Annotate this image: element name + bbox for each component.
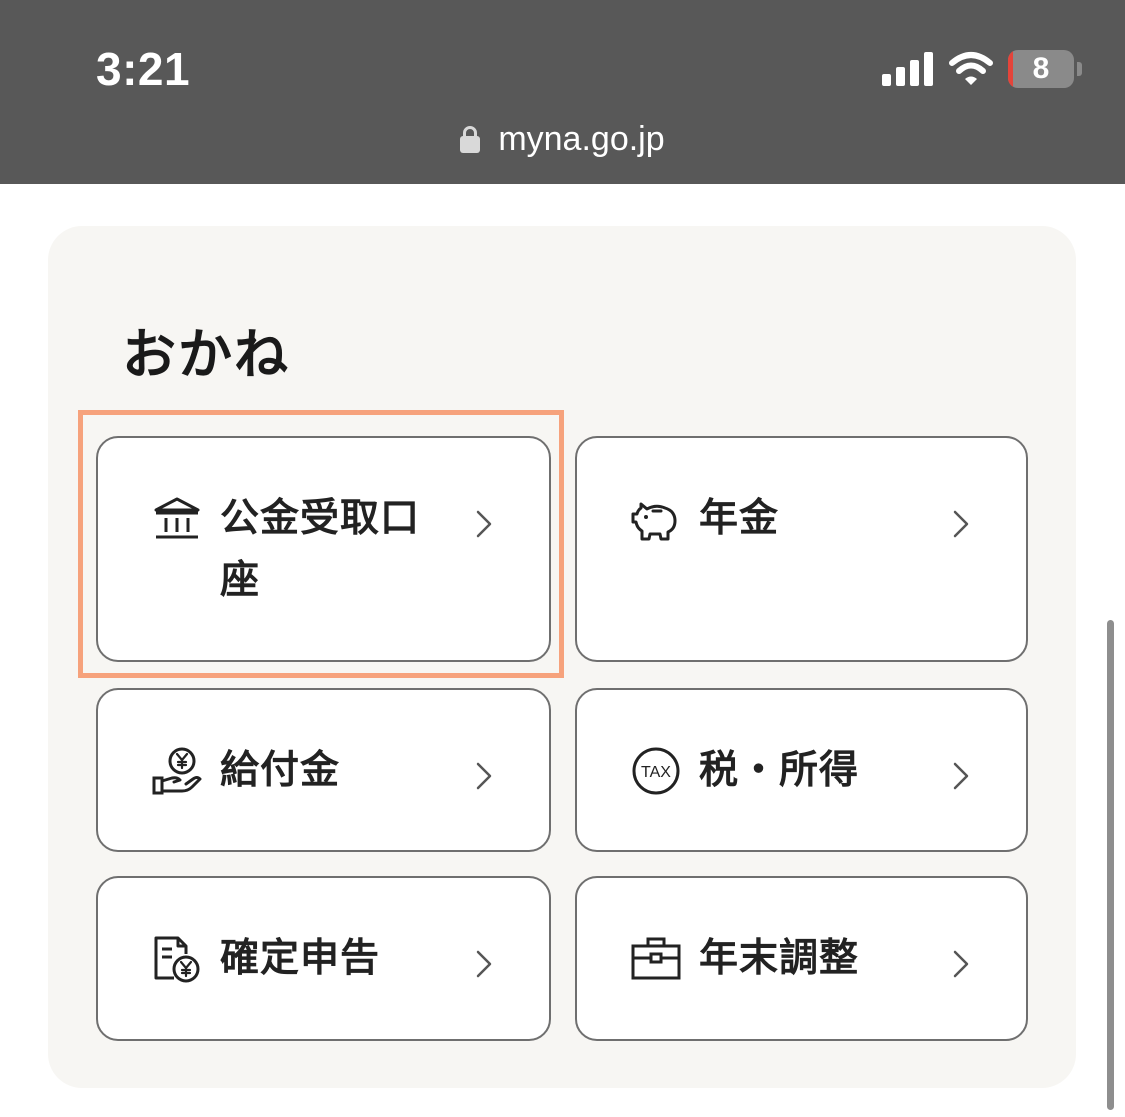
section-title: おかね bbox=[122, 323, 290, 386]
tile-label-line1: 税・所得 bbox=[699, 748, 860, 793]
chevron-right-icon bbox=[953, 950, 969, 978]
wifi-icon bbox=[949, 52, 993, 85]
tile-label: 税・所得 bbox=[699, 740, 859, 802]
url-text: myna.go.jp bbox=[498, 119, 665, 158]
tile-pension[interactable]: 年金 bbox=[575, 436, 1028, 662]
tile-tax-return[interactable]: 確定申告 bbox=[96, 876, 551, 1041]
money-section-card: おかね 公金受取口 座 年金 給付金 TAX 税・所得 確定申告 年末調整 bbox=[48, 226, 1076, 1088]
address-bar[interactable]: myna.go.jp bbox=[0, 116, 1125, 162]
briefcase-icon bbox=[631, 937, 681, 980]
scrollbar[interactable] bbox=[1107, 620, 1114, 1110]
tile-public-fund-account[interactable]: 公金受取口 座 bbox=[96, 436, 551, 662]
tile-label: 年金 bbox=[699, 488, 779, 550]
tax-icon: TAX bbox=[632, 747, 680, 795]
tile-label: 公金受取口 座 bbox=[220, 488, 420, 612]
tile-label: 確定申告 bbox=[220, 928, 380, 990]
bank-icon bbox=[154, 497, 200, 539]
signal-bars-icon bbox=[882, 52, 933, 86]
hand-yen-coin-icon bbox=[152, 747, 202, 795]
tile-label-line2: 座 bbox=[220, 558, 261, 603]
tile-label-line1: 年末調整 bbox=[699, 936, 860, 981]
chevron-right-icon bbox=[953, 510, 969, 538]
chevron-right-icon bbox=[953, 762, 969, 790]
chevron-right-icon bbox=[476, 510, 492, 538]
tile-label-line1: 確定申告 bbox=[220, 936, 381, 981]
status-time: 3:21 bbox=[96, 43, 191, 95]
battery-icon: 8 bbox=[1008, 50, 1084, 88]
status-bar: 3:21 8 myna.go.jp bbox=[0, 0, 1125, 184]
chevron-right-icon bbox=[476, 762, 492, 790]
tile-label-line1: 給付金 bbox=[220, 748, 341, 793]
battery-percent: 8 bbox=[1032, 52, 1050, 85]
tile-label: 年末調整 bbox=[699, 928, 859, 990]
tile-benefits[interactable]: 給付金 bbox=[96, 688, 551, 852]
tile-label-line1: 公金受取口 bbox=[220, 496, 421, 541]
tile-label: 給付金 bbox=[220, 740, 340, 802]
chevron-right-icon bbox=[476, 950, 492, 978]
tile-tax-income[interactable]: TAX 税・所得 bbox=[575, 688, 1028, 852]
tile-label-line1: 年金 bbox=[699, 496, 780, 541]
tax-icon-text: TAX bbox=[641, 764, 671, 781]
piggy-bank-icon bbox=[631, 502, 677, 541]
tax-return-document-icon bbox=[154, 936, 200, 983]
lock-icon bbox=[460, 126, 481, 153]
tile-year-end-adjustment[interactable]: 年末調整 bbox=[575, 876, 1028, 1041]
